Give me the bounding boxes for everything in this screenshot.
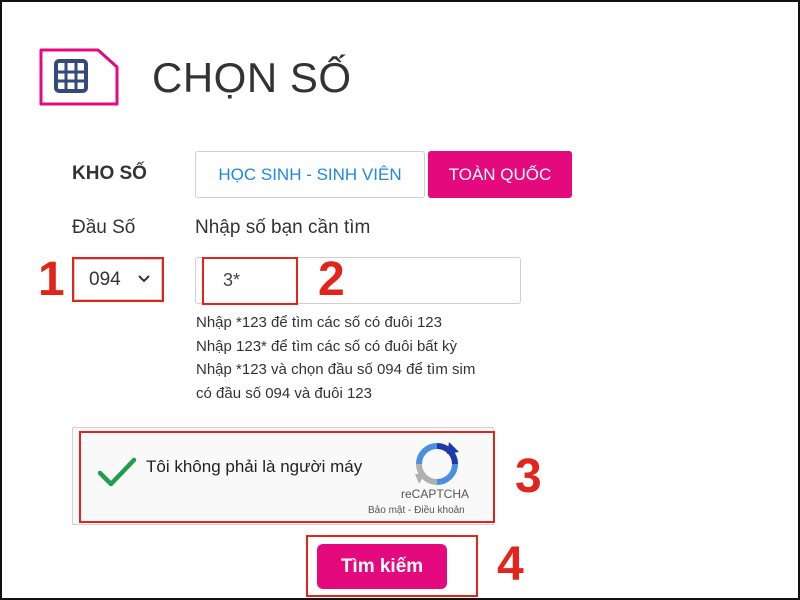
- annotation-number-1: 1: [38, 253, 65, 306]
- annotation-number-3: 3: [515, 450, 542, 503]
- annotation-number-2: 2: [318, 253, 345, 306]
- hint-line-2: Nhập 123* để tìm các số có đuôi bất kỳ: [196, 338, 457, 355]
- annotation-number-4: 4: [497, 538, 524, 591]
- annotation-box-2: [202, 257, 298, 305]
- hint-line-3: Nhập *123 và chọn đầu số 094 để tìm sim: [196, 361, 476, 378]
- dau-so-label: Đầu Số: [72, 217, 136, 238]
- tab-hoc-sinh-sinh-vien[interactable]: HỌC SINH - SINH VIÊN: [195, 151, 425, 198]
- search-number-label: Nhập số bạn cần tìm: [195, 217, 371, 238]
- page-title: CHỌN SỐ: [152, 54, 352, 101]
- hint-line-4: có đầu số 094 và đuôi 123: [196, 385, 372, 402]
- hint-line-1: Nhập *123 để tìm các số có đuôi 123: [196, 314, 442, 331]
- annotation-box-1: [72, 257, 164, 302]
- sim-card-icon: [39, 48, 119, 106]
- kho-so-label: KHO SỐ: [72, 163, 147, 184]
- tab-toan-quoc[interactable]: TOÀN QUỐC: [428, 151, 572, 198]
- annotation-box-3: [79, 431, 495, 523]
- annotation-box-4: [306, 535, 478, 597]
